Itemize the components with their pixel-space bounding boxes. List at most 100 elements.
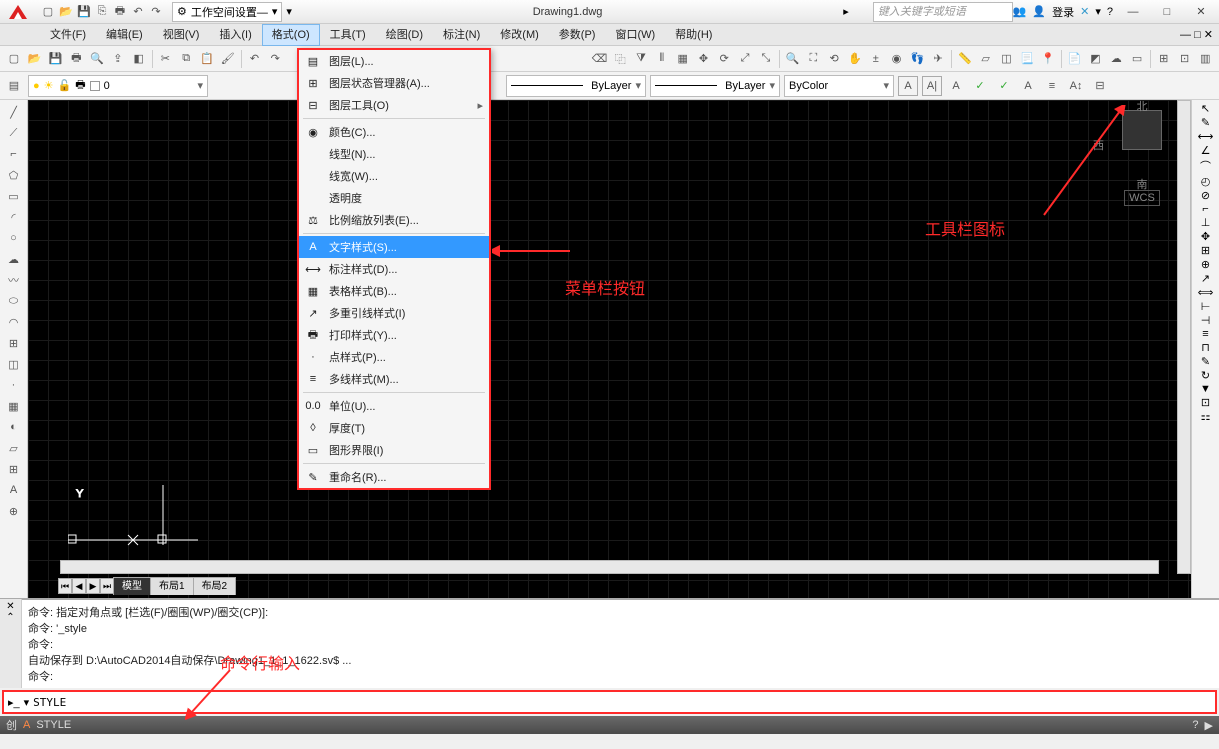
r-style-icon[interactable]: ⚏ [1201,410,1211,423]
r-arc-icon[interactable]: ⌒ [1200,158,1211,174]
hatch-icon[interactable]: ▦ [3,396,25,416]
pan-icon[interactable]: ✋ [845,48,865,70]
textstyle-toolbar-icon[interactable]: A [1018,76,1038,96]
r-dia-icon[interactable]: ⊘ [1201,189,1210,202]
layer-dropdown[interactable]: ● ☀ 🔓 🖶 0 ▾ [28,75,208,97]
revcloud-icon[interactable]: ☁ [3,249,25,269]
menu-item-scale[interactable]: ⚖比例缩放列表(E)... [299,209,489,231]
line-icon[interactable]: ╱ [3,102,25,122]
r-filter-icon[interactable]: ▼ [1200,383,1211,395]
menu-item-color[interactable]: ◉颜色(C)... [299,121,489,143]
menu-tools[interactable]: 工具(T) [320,24,376,46]
table-icon[interactable]: ⊞ [3,459,25,479]
match-tb-icon[interactable]: 🖌 [218,48,238,70]
r-cont-icon[interactable]: ⊣ [1201,314,1211,327]
tab-prev-icon[interactable]: ◀ [72,578,86,594]
id-tb-icon[interactable]: 📍 [1038,48,1058,70]
erase-tb-icon[interactable]: ⌫ [590,48,610,70]
r-cross-icon[interactable]: ✥ [1201,230,1210,243]
r-overrule-icon[interactable]: ⊡ [1201,396,1210,409]
menu-item-thickness[interactable]: ◊厚度(T) [299,417,489,439]
menu-file[interactable]: 文件(F) [40,24,96,46]
dist-tb-icon[interactable]: 📏 [955,48,975,70]
scrollbar-vertical[interactable] [1177,100,1191,574]
r-angle-icon[interactable]: ∠ [1201,144,1211,157]
block-icon[interactable]: ◫ [3,354,25,374]
infocenter-icon[interactable]: 👥 [1013,5,1027,18]
copy2-tb-icon[interactable]: ⿻ [610,48,630,70]
menu-item-tablestyle[interactable]: ▦表格样式(B)... [299,280,489,302]
cloud-tb-icon[interactable]: ☁ [1106,48,1126,70]
menu-window[interactable]: 窗口(W) [605,24,665,46]
wipe-tb-icon[interactable]: ▭ [1127,48,1147,70]
r-update-icon[interactable]: ↻ [1201,369,1210,382]
polygon-icon[interactable]: ⬠ [3,165,25,185]
plot-tb-icon[interactable]: 🖶 [66,48,86,70]
menu-edit[interactable]: 编辑(E) [96,24,153,46]
gradient-icon[interactable]: ◐ [3,417,25,437]
menu-item-6[interactable]: 透明度 [299,187,489,209]
fly-icon[interactable]: ✈ [928,48,948,70]
exchange-icon[interactable]: ✕ [1080,5,1089,18]
saveas-icon[interactable]: ⎘ [94,4,110,20]
save-icon[interactable]: 💾 [76,4,92,20]
linetype-dropdown[interactable]: ByLayer ▾ [506,75,646,97]
workspace-dropdown[interactable]: ⚙ 工作空间设置— ▾ [172,2,282,22]
menu-item-plotstyle[interactable]: 🖶打印样式(Y)... [299,324,489,346]
menu-view[interactable]: 视图(V) [153,24,210,46]
scrollbar-horizontal[interactable] [60,560,1159,574]
arc-icon[interactable]: ◜ [3,207,25,227]
rect-icon[interactable]: ▭ [3,186,25,206]
r-arrow-icon[interactable]: ↖ [1201,102,1210,115]
tab-last-icon[interactable]: ⏭ [100,578,114,594]
spellcheck-icon[interactable]: ✓ [970,76,990,96]
menu-item-ptstyle[interactable]: ·点样式(P)... [299,346,489,368]
zoom-win-icon[interactable]: 🔍 [783,48,803,70]
r-center-icon[interactable]: ⊕ [1201,258,1210,271]
props-tb-icon[interactable]: ⊞ [1154,48,1174,70]
ellipse-icon[interactable]: ⬭ [3,291,25,311]
textscale-icon[interactable]: A↕ [1066,76,1086,96]
signin-icon[interactable]: 👤 [1032,5,1046,18]
region-tb-icon[interactable]: ◫ [997,48,1017,70]
help-arrow-icon[interactable]: ▾ [1095,5,1101,18]
login-label[interactable]: 登录 [1052,4,1074,20]
close-button[interactable]: ✕ [1187,2,1215,22]
mtext2-icon[interactable]: A [3,480,25,500]
zoom-prev-icon[interactable]: ⟲ [824,48,844,70]
status-play-icon[interactable]: ▶ [1205,719,1213,732]
save-tb-icon[interactable]: 💾 [46,48,66,70]
copy-tb-icon[interactable]: ⧉ [176,48,196,70]
lineweight-dropdown[interactable]: ByLayer ▾ [650,75,780,97]
redo-icon[interactable]: ↷ [148,4,164,20]
mtext-tb-icon[interactable]: A [898,76,918,96]
status-help-icon[interactable]: ? [1192,719,1198,731]
circle-icon[interactable]: ○ [3,228,25,248]
search-input[interactable]: 键入关键字或短语 [873,2,1013,22]
zoom-ext-icon[interactable]: ⛶ [803,48,823,70]
minimize-button[interactable]: — [1119,2,1147,22]
menu-help[interactable]: 帮助(H) [665,24,722,46]
model-canvas[interactable]: Y 北 南 东 西 WCS ⏮ ◀ ▶ ⏭ 模型 布局1 布局2 [28,100,1191,598]
3ddwf-tb-icon[interactable]: ◧ [129,48,149,70]
paste-tb-icon[interactable]: 📋 [197,48,217,70]
area-tb-icon[interactable]: ▱ [976,48,996,70]
help-icon[interactable]: ? [1107,6,1113,18]
cmd-chevron-icon[interactable]: ▾ [24,696,30,709]
menu-item-dimstyle[interactable]: ⟷标注样式(D)... [299,258,489,280]
tab-next-icon[interactable]: ▶ [86,578,100,594]
spline-icon[interactable]: 〰 [3,270,25,290]
insert-icon[interactable]: ⊞ [3,333,25,353]
point-icon[interactable]: · [3,375,25,395]
menu-format[interactable]: 格式(O) [262,24,320,46]
print-icon[interactable]: 🖶 [112,4,128,20]
open-tb-icon[interactable]: 📂 [25,48,45,70]
dwf-tb-icon[interactable]: ◩ [1086,48,1106,70]
textalign-icon[interactable]: ≡ [1042,76,1062,96]
r-base-icon[interactable]: ⊢ [1201,300,1211,313]
mirror-tb-icon[interactable]: ⧩ [631,48,651,70]
menu-item-layers[interactable]: ▤图层(L)... [299,50,489,72]
ellipsearc-icon[interactable]: ◠ [3,312,25,332]
menu-dimension[interactable]: 标注(N) [433,24,490,46]
menu-insert[interactable]: 插入(I) [209,24,261,46]
